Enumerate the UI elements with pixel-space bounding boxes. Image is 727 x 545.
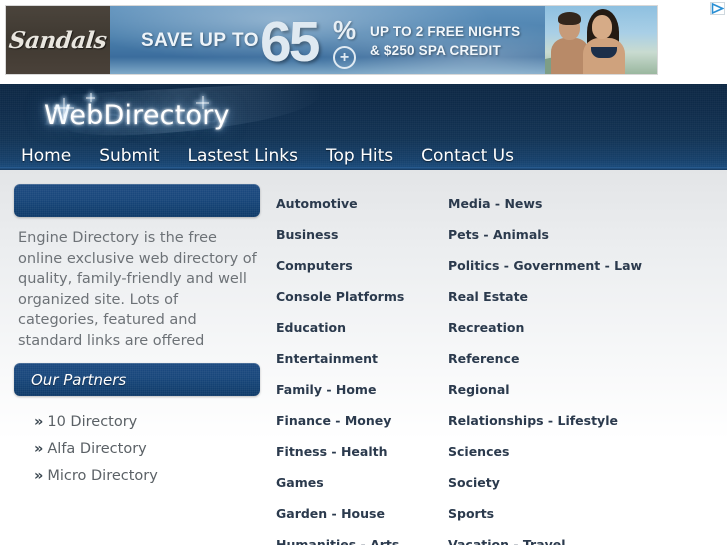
ad-offer-line2: & $250 SPA CREDIT <box>370 43 501 58</box>
category-link-sports[interactable]: Sports <box>448 498 716 529</box>
list-item: » Micro Directory <box>34 463 260 490</box>
sidebar-about-text: Engine Directory is the free online excl… <box>18 230 257 349</box>
category-link-console-platforms[interactable]: Console Platforms <box>276 281 448 312</box>
ad-plus-icon: + <box>333 46 356 69</box>
ad-photo-man-hair <box>558 12 581 25</box>
partners-list: » 10 Directory » Alfa Directory » Micro Dir… <box>14 396 260 490</box>
sidebar-partners-header: Our Partners <box>14 363 260 396</box>
category-link-automotive[interactable]: Automotive <box>276 188 448 219</box>
ad-discount-number: 65 <box>260 10 320 74</box>
chevron-right-icon: » <box>34 468 44 484</box>
partner-link-micro-directory[interactable]: Micro Directory <box>47 468 157 484</box>
sidebar-about-header <box>14 184 260 217</box>
ad-photo-woman-face <box>592 15 612 39</box>
list-item: » 10 Directory <box>34 409 260 436</box>
nav-item-home[interactable]: Home <box>0 146 85 166</box>
list-item: » Alfa Directory <box>34 436 260 463</box>
category-link-entertainment[interactable]: Entertainment <box>276 343 448 374</box>
sandals-ad-banner[interactable]: Sandals SAVE UP TO 65 % + UP TO 2 FREE N… <box>5 5 658 75</box>
category-link-politics-government-law[interactable]: Politics - Government - Law <box>448 250 716 281</box>
nav-item-submit[interactable]: Submit <box>85 146 173 166</box>
ad-couple-photo <box>545 6 657 74</box>
adchoices-triangle-glyph <box>711 3 724 14</box>
category-link-business[interactable]: Business <box>276 219 448 250</box>
category-link-education[interactable]: Education <box>276 312 448 343</box>
chevron-right-icon: » <box>34 414 44 430</box>
category-link-family-home[interactable]: Family - Home <box>276 374 448 405</box>
category-link-relationships-lifestyle[interactable]: Relationships - Lifestyle <box>448 405 716 436</box>
category-column-2: Media - News Pets - Animals Politics - G… <box>448 188 716 545</box>
category-link-regional[interactable]: Regional <box>448 374 716 405</box>
sidebar: Engine Directory is the free online excl… <box>14 184 260 490</box>
category-link-society[interactable]: Society <box>448 467 716 498</box>
ad-save-text: SAVE UP TO <box>141 30 259 51</box>
page-root: Sandals SAVE UP TO 65 % + UP TO 2 FREE N… <box>0 0 727 545</box>
ad-brand-name: Sandals <box>7 26 109 54</box>
category-link-media-news[interactable]: Media - News <box>448 188 716 219</box>
category-link-recreation[interactable]: Recreation <box>448 312 716 343</box>
partner-link-alfa-directory[interactable]: Alfa Directory <box>47 441 146 457</box>
category-link-games[interactable]: Games <box>276 467 448 498</box>
category-link-sciences[interactable]: Sciences <box>448 436 716 467</box>
partner-link-10-directory[interactable]: 10 Directory <box>47 414 137 430</box>
category-listing: Automotive Business Computers Console Pl… <box>276 188 716 545</box>
nav-item-lastest-links[interactable]: Lastest Links <box>174 146 312 166</box>
site-logo[interactable]: WebDirectory <box>44 100 230 131</box>
category-link-garden-house[interactable]: Garden - House <box>276 498 448 529</box>
adchoices-icon[interactable] <box>710 2 725 15</box>
nav-item-contact-us[interactable]: Contact Us <box>407 146 528 166</box>
category-link-pets-animals[interactable]: Pets - Animals <box>448 219 716 250</box>
main-navigation: Home Submit Lastest Links Top Hits Conta… <box>0 142 528 170</box>
ad-strip: Sandals SAVE UP TO 65 % + UP TO 2 FREE N… <box>0 0 727 84</box>
category-link-humanities-arts[interactable]: Humanities - Arts <box>276 529 448 545</box>
category-link-finance-money[interactable]: Finance - Money <box>276 405 448 436</box>
category-link-fitness-health[interactable]: Fitness - Health <box>276 436 448 467</box>
category-link-real-estate[interactable]: Real Estate <box>448 281 716 312</box>
category-link-computers[interactable]: Computers <box>276 250 448 281</box>
chevron-right-icon: » <box>34 441 44 457</box>
category-link-vacation-travel[interactable]: Vacation - Travel <box>448 529 716 545</box>
nav-item-top-hits[interactable]: Top Hits <box>312 146 407 166</box>
sidebar-partners-title: Our Partners <box>31 370 127 389</box>
ad-offer-copy: UP TO 2 FREE NIGHTS & $250 SPA CREDIT <box>370 22 520 60</box>
ad-photo-bikini <box>591 47 617 58</box>
ad-percent-sign: % <box>333 15 357 45</box>
category-link-reference[interactable]: Reference <box>448 343 716 374</box>
category-column-1: Automotive Business Computers Console Pl… <box>276 188 448 545</box>
ad-brand-logo: Sandals <box>6 6 110 74</box>
content-area: Engine Directory is the free online excl… <box>0 170 727 545</box>
ad-offer-line1: UP TO 2 FREE NIGHTS <box>370 24 521 39</box>
